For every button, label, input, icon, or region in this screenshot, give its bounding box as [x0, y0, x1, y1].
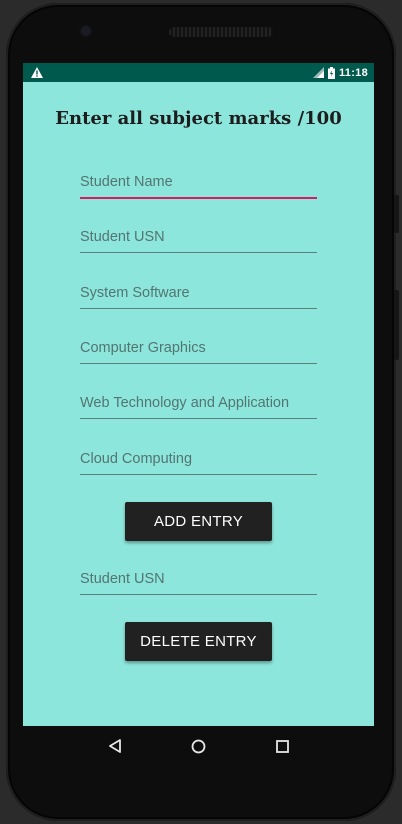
back-icon[interactable] — [100, 731, 130, 761]
page-title: Enter all subject marks /100 — [55, 108, 342, 129]
delete-usn-field[interactable] — [80, 564, 317, 595]
student-usn-field[interactable] — [80, 222, 317, 253]
battery-icon — [327, 66, 335, 79]
volume-button[interactable] — [394, 195, 399, 233]
status-time: 11:18 — [338, 66, 368, 79]
student-name-input[interactable] — [80, 167, 317, 197]
app-screen: 11:18 Enter all subject marks /100 ADD E… — [23, 63, 374, 726]
home-icon[interactable] — [183, 731, 213, 761]
warning-icon — [31, 67, 43, 78]
cloud-computing-field[interactable] — [80, 444, 317, 475]
delete-entry-button[interactable]: DELETE ENTRY — [125, 622, 272, 661]
web-technology-input[interactable] — [80, 388, 317, 418]
navigation-bar — [23, 726, 374, 766]
cloud-computing-input[interactable] — [80, 444, 317, 474]
status-right: 11:18 — [312, 66, 368, 79]
system-software-field[interactable] — [80, 278, 317, 309]
student-name-field[interactable] — [80, 167, 317, 199]
system-software-input[interactable] — [80, 278, 317, 308]
computer-graphics-field[interactable] — [80, 333, 317, 364]
computer-graphics-input[interactable] — [80, 333, 317, 363]
web-technology-field[interactable] — [80, 388, 317, 419]
signal-icon — [312, 67, 324, 78]
power-button[interactable] — [394, 290, 399, 360]
student-usn-input[interactable] — [80, 222, 317, 252]
status-bar: 11:18 — [23, 63, 374, 82]
add-entry-button[interactable]: ADD ENTRY — [125, 502, 272, 541]
front-camera — [81, 26, 91, 36]
delete-usn-input[interactable] — [80, 564, 317, 594]
recents-icon[interactable] — [267, 731, 297, 761]
earpiece-speaker — [169, 27, 273, 37]
